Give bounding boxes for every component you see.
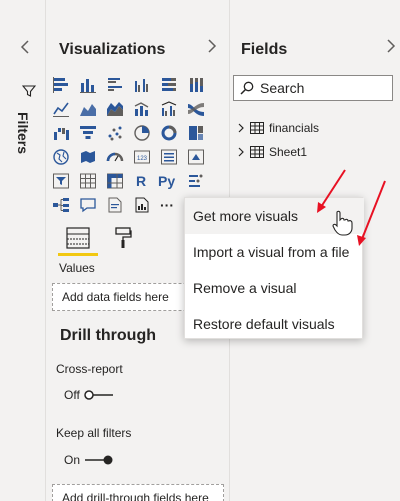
table-item-sheet1[interactable]: Sheet1 <box>237 145 307 159</box>
keep-all-filters-label: Keep all filters <box>56 426 132 440</box>
table-item-financials[interactable]: financials <box>237 121 319 135</box>
matrix-icon[interactable] <box>106 172 124 190</box>
more-options-icon[interactable]: ··· <box>160 196 184 214</box>
values-label: Values <box>59 261 95 275</box>
cross-report-state: Off <box>64 388 80 402</box>
r-label: R <box>136 173 147 189</box>
chevron-right-icon[interactable] <box>237 123 245 133</box>
table-icon <box>250 122 264 134</box>
fields-grid-icon <box>66 227 90 249</box>
menu-item-import-visual-from-file[interactable]: Import a visual from a file <box>185 234 364 270</box>
filters-pane: Filters <box>0 0 46 501</box>
ribbon-chart-icon[interactable] <box>187 100 205 118</box>
100-stacked-bar-chart-icon[interactable] <box>160 76 178 94</box>
drill-through-drop-zone[interactable]: Add drill-through fields here <box>52 484 224 501</box>
clustered-bar-chart-icon[interactable] <box>106 76 124 94</box>
kpi-icon[interactable] <box>187 148 205 166</box>
fields-search[interactable] <box>233 75 393 101</box>
decomposition-tree-icon[interactable] <box>52 196 70 214</box>
card-icon[interactable]: 123 <box>133 148 151 166</box>
py-label: Py <box>158 173 176 189</box>
drill-through-title: Drill through <box>60 327 156 344</box>
table-icon <box>250 146 264 158</box>
slicer-icon[interactable] <box>52 172 70 190</box>
gauge-icon[interactable] <box>106 148 124 166</box>
qna-icon[interactable] <box>79 196 97 214</box>
scatter-chart-icon[interactable] <box>106 124 124 142</box>
100-stacked-column-chart-icon[interactable] <box>187 76 205 94</box>
menu-item-get-more-visuals[interactable]: Get more visuals <box>185 198 364 234</box>
line-and-stacked-column-chart-icon[interactable] <box>133 100 151 118</box>
paint-roller-icon <box>115 227 132 248</box>
table-name: financials <box>269 121 320 135</box>
stacked-bar-chart-icon[interactable] <box>52 76 70 94</box>
map-icon[interactable] <box>52 148 70 166</box>
stacked-column-chart-icon[interactable] <box>79 76 97 94</box>
keep-all-filters-state: On <box>64 453 81 467</box>
filled-map-icon[interactable] <box>79 148 97 166</box>
table-name: Sheet1 <box>269 145 308 159</box>
funnel-chart-icon[interactable] <box>79 124 97 142</box>
cross-report-label: Cross-report <box>56 362 123 376</box>
line-and-clustered-column-chart-icon[interactable] <box>160 100 178 118</box>
fields-title: Fields <box>241 41 288 58</box>
table-icon[interactable] <box>79 172 97 190</box>
paginated-report-icon[interactable] <box>133 196 151 214</box>
menu-item-restore-default-visuals[interactable]: Restore default visuals <box>185 306 364 342</box>
visualizations-title: Visualizations <box>59 41 166 58</box>
python-visual-icon[interactable]: Py <box>158 172 184 190</box>
line-chart-icon[interactable] <box>52 100 70 118</box>
chevron-left-icon[interactable] <box>20 40 30 59</box>
key-influencers-icon[interactable] <box>187 172 205 190</box>
cross-report-toggle[interactable]: Off <box>64 388 114 402</box>
r-script-visual-icon[interactable]: R <box>136 172 154 190</box>
donut-chart-icon[interactable] <box>160 124 178 142</box>
pie-chart-icon[interactable] <box>133 124 151 142</box>
filters-label[interactable]: Filters <box>15 112 31 154</box>
multi-row-card-icon[interactable] <box>160 148 178 166</box>
stacked-area-chart-icon[interactable] <box>106 100 124 118</box>
search-icon <box>240 81 254 95</box>
waterfall-chart-icon[interactable] <box>52 124 70 142</box>
toggle-off-icon <box>84 390 113 400</box>
more-visuals-context-menu: Get more visuals Import a visual from a … <box>184 197 364 342</box>
chevron-right-icon[interactable] <box>237 147 245 157</box>
more-label: ··· <box>160 197 174 213</box>
menu-item-remove-visual[interactable]: Remove a visual <box>185 270 364 306</box>
tab-fields[interactable] <box>58 224 98 256</box>
keep-all-filters-toggle[interactable]: On <box>64 453 114 467</box>
toggle-on-icon <box>85 455 113 465</box>
treemap-icon[interactable] <box>187 124 205 142</box>
active-tab-indicator <box>58 253 98 256</box>
search-input[interactable] <box>260 80 380 96</box>
funnel-icon[interactable] <box>21 84 37 98</box>
svg-text:123: 123 <box>137 156 148 162</box>
tab-format[interactable] <box>108 224 138 256</box>
clustered-column-chart-icon[interactable] <box>133 76 151 94</box>
chevron-right-icon[interactable] <box>207 39 217 58</box>
area-chart-icon[interactable] <box>79 100 97 118</box>
smart-narrative-icon[interactable] <box>106 196 124 214</box>
chevron-right-icon[interactable] <box>386 39 396 58</box>
